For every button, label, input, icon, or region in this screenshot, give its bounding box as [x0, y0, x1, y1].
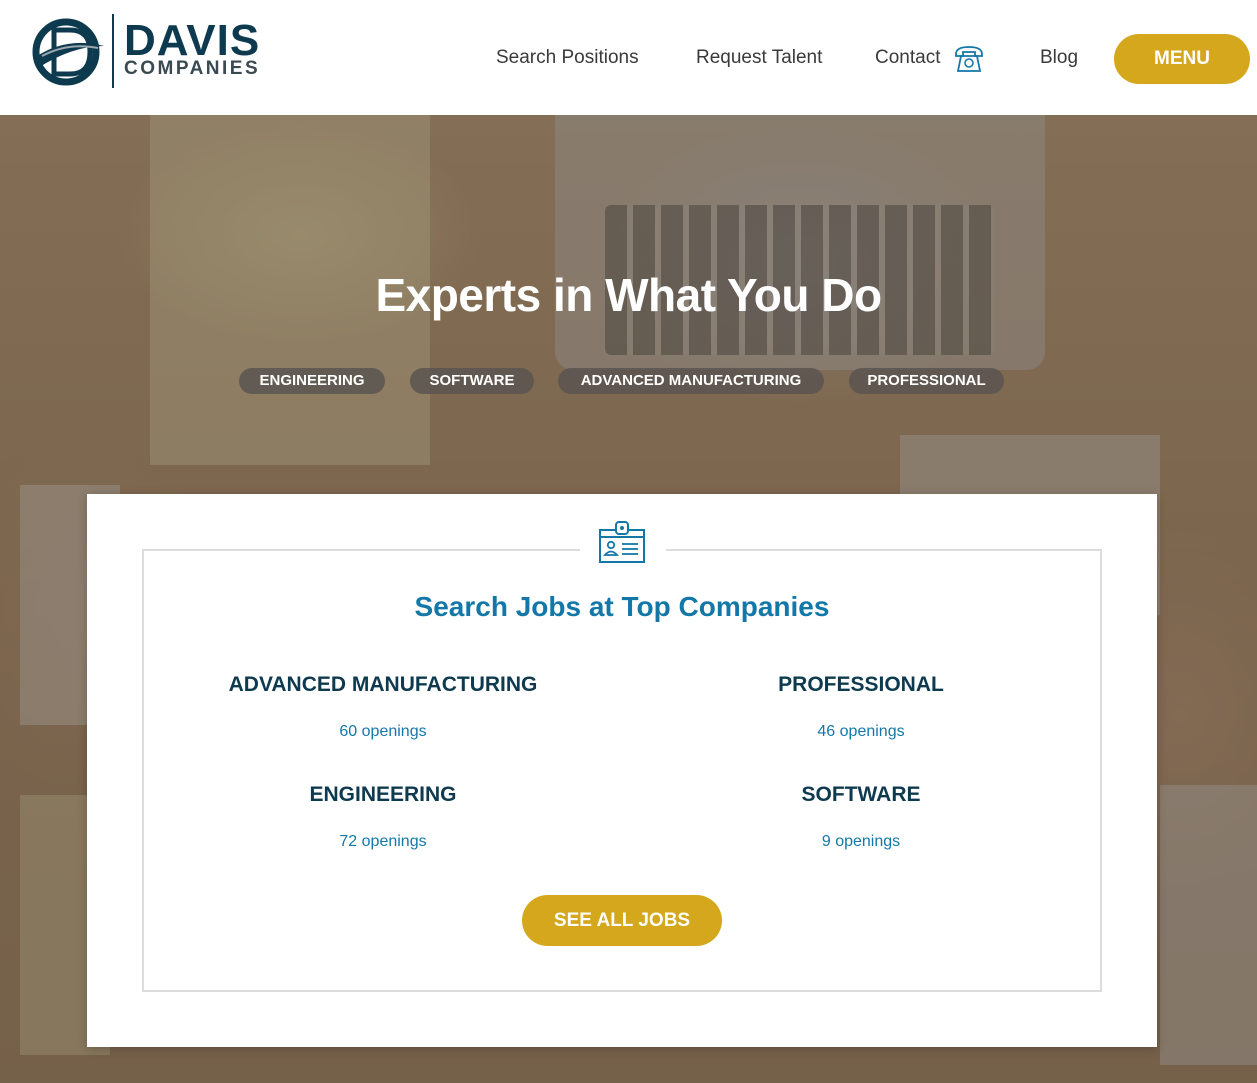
phone-icon[interactable]	[953, 44, 985, 74]
openings-engineering[interactable]: 72 openings	[163, 832, 603, 852]
nav-blog[interactable]: Blog	[1040, 46, 1078, 70]
pill-professional[interactable]: PROFESSIONAL	[849, 368, 1004, 394]
logo-tagline: COMPANIES	[124, 58, 261, 79]
hero-title: Experts in What You Do	[375, 269, 882, 321]
pill-software[interactable]: SOFTWARE	[410, 368, 534, 394]
nav-contact[interactable]: Contact	[875, 46, 940, 70]
search-jobs-title: Search Jobs at Top Companies	[414, 591, 830, 622]
category-engineering[interactable]: ENGINEERING	[163, 782, 603, 808]
id-badge-icon	[599, 521, 645, 563]
category-advanced-manufacturing[interactable]: ADVANCED MANUFACTURING	[163, 672, 603, 698]
logo-divider	[112, 14, 114, 88]
openings-professional[interactable]: 46 openings	[641, 722, 1081, 742]
openings-advanced-manufacturing[interactable]: 60 openings	[163, 722, 603, 742]
nav-search-positions[interactable]: Search Positions	[496, 46, 639, 70]
nav-request-talent[interactable]: Request Talent	[696, 46, 822, 70]
search-jobs-card: Search Jobs at Top Companies ADVANCED MA…	[87, 494, 1157, 1047]
menu-button[interactable]: MENU	[1114, 34, 1250, 84]
pill-advanced-manufacturing[interactable]: ADVANCED MANUFACTURING	[558, 368, 824, 394]
category-professional[interactable]: PROFESSIONAL	[641, 672, 1081, 698]
logo-name: DAVIS	[124, 16, 261, 65]
openings-software[interactable]: 9 openings	[641, 832, 1081, 852]
pill-engineering[interactable]: ENGINEERING	[239, 368, 385, 394]
davis-companies-logo[interactable]: DAVIS COMPANIES	[32, 14, 302, 90]
see-all-jobs-button[interactable]: SEE ALL JOBS	[522, 895, 722, 946]
logo-mark-icon	[32, 18, 104, 86]
category-software[interactable]: SOFTWARE	[641, 782, 1081, 808]
site-header: DAVIS COMPANIES Search Positions Request…	[0, 0, 1257, 115]
